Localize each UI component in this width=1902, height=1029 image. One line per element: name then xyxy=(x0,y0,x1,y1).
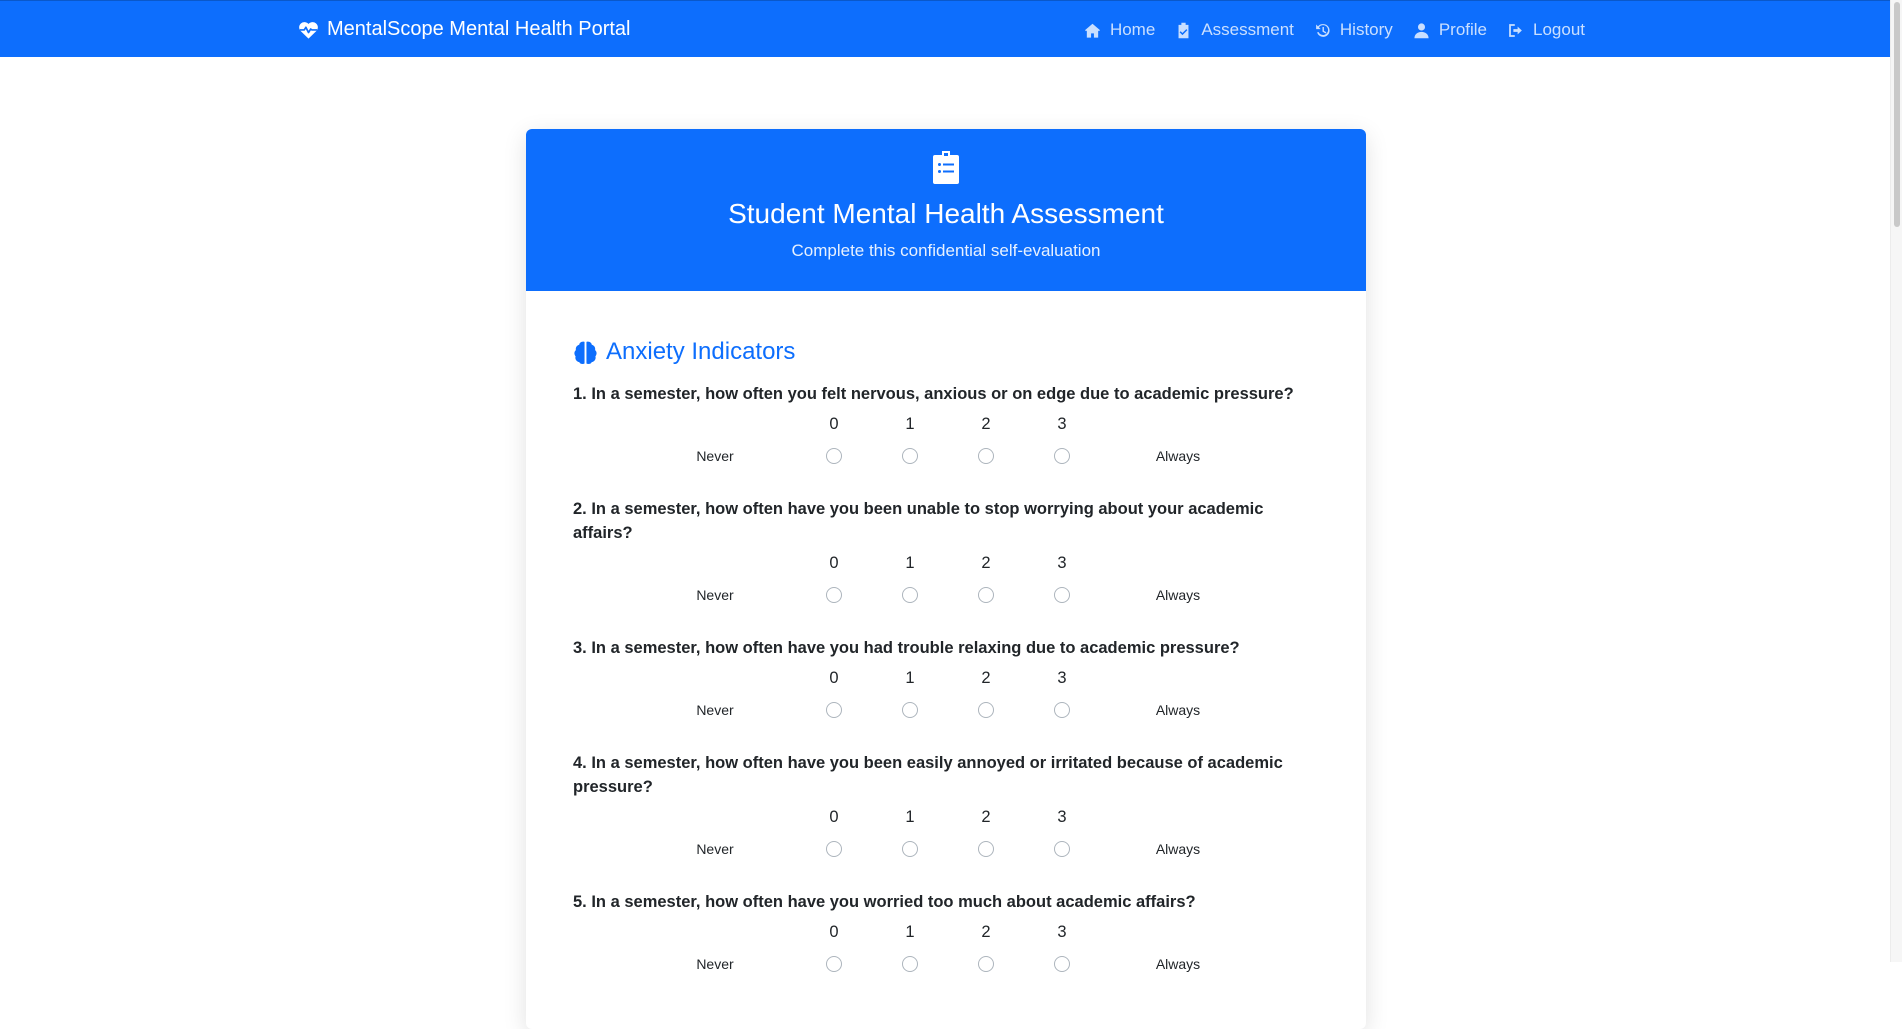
navbar: MentalScope Mental Health Portal Home As… xyxy=(0,0,1890,57)
scale-max-label: Always xyxy=(1155,587,1201,603)
scale-min-label: Never xyxy=(696,702,734,718)
scale-max-label: Always xyxy=(1155,702,1201,718)
nav-profile[interactable]: Profile xyxy=(1413,19,1487,41)
scale-value-0: 0 xyxy=(829,669,839,687)
card-body: Anxiety Indicators 1. In a semester, how… xyxy=(526,291,1366,980)
radio-option-1[interactable] xyxy=(902,587,918,603)
radio-option-1[interactable] xyxy=(902,448,918,464)
scale-value-2: 2 xyxy=(981,554,991,572)
radio-option-0[interactable] xyxy=(826,702,842,718)
brand-title: MentalScope Mental Health Portal xyxy=(327,18,631,40)
nav-assessment[interactable]: Assessment xyxy=(1175,19,1294,41)
rating-scale: Never 0 1 2 3 Always xyxy=(573,799,1318,865)
nav-logout-label: Logout xyxy=(1533,20,1585,39)
section-heading: Anxiety Indicators xyxy=(573,337,1318,367)
assessment-card: Student Mental Health Assessment Complet… xyxy=(526,129,1366,1029)
user-icon xyxy=(1414,22,1429,38)
scale-value-0: 0 xyxy=(829,923,839,941)
radio-option-0[interactable] xyxy=(826,841,842,857)
page-title: Student Mental Health Assessment xyxy=(728,198,1164,229)
scale-value-3: 3 xyxy=(1057,554,1067,572)
question-4: 4. In a semester, how often have you bee… xyxy=(573,751,1318,865)
question-2: 2. In a semester, how often have you bee… xyxy=(573,497,1318,611)
scale-max-label: Always xyxy=(1155,448,1201,464)
section-title: Anxiety Indicators xyxy=(606,338,796,365)
radio-option-1[interactable] xyxy=(902,702,918,718)
scale-value-3: 3 xyxy=(1057,415,1067,433)
scale-value-1: 1 xyxy=(905,415,915,433)
scale-value-2: 2 xyxy=(981,808,991,826)
scale-max-label: Always xyxy=(1155,956,1201,972)
clipboard-check-icon xyxy=(1178,22,1189,38)
scale-value-1: 1 xyxy=(905,923,915,941)
question-5: 5. In a semester, how often have you wor… xyxy=(573,890,1318,980)
radio-option-2[interactable] xyxy=(978,448,994,464)
radio-option-2[interactable] xyxy=(978,702,994,718)
scale-value-0: 0 xyxy=(829,808,839,826)
nav-history[interactable]: History xyxy=(1314,19,1393,41)
scale-value-3: 3 xyxy=(1057,808,1067,826)
brand-link[interactable]: MentalScope Mental Health Portal xyxy=(298,17,631,41)
rating-scale: Never 0 1 2 3 Always xyxy=(573,660,1318,726)
nav-links: Home Assessment History Profile Logout xyxy=(1084,19,1585,41)
scale-value-1: 1 xyxy=(905,669,915,687)
scale-min-label: Never xyxy=(696,841,734,857)
rating-scale: Never 0 1 2 3 Always xyxy=(573,914,1318,980)
radio-option-0[interactable] xyxy=(826,956,842,972)
radio-option-3[interactable] xyxy=(1054,448,1070,464)
scrollbar-thumb[interactable] xyxy=(1894,2,1900,227)
radio-option-3[interactable] xyxy=(1054,841,1070,857)
radio-option-2[interactable] xyxy=(978,956,994,972)
question-text: 2. In a semester, how often have you bee… xyxy=(573,500,1264,542)
question-text: 3. In a semester, how often have you had… xyxy=(573,639,1240,657)
scale-value-0: 0 xyxy=(829,415,839,433)
page-subtitle: Complete this confidential self-evaluati… xyxy=(791,241,1101,260)
question-text: 5. In a semester, how often have you wor… xyxy=(573,893,1196,911)
radio-option-1[interactable] xyxy=(902,841,918,857)
question-list: 1. In a semester, how often you felt ner… xyxy=(573,382,1318,980)
radio-option-1[interactable] xyxy=(902,956,918,972)
scale-value-3: 3 xyxy=(1057,669,1067,687)
scale-value-2: 2 xyxy=(981,923,991,941)
nav-home-label: Home xyxy=(1109,20,1156,39)
nav-history-label: History xyxy=(1339,20,1393,39)
rating-scale: Never 0 1 2 3 Always xyxy=(573,406,1318,472)
question-text: 4. In a semester, how often have you bee… xyxy=(573,754,1283,796)
heartbeat-icon xyxy=(299,21,318,39)
scale-value-1: 1 xyxy=(905,808,915,826)
scale-value-3: 3 xyxy=(1057,923,1067,941)
page-scrollbar[interactable] xyxy=(1890,0,1902,962)
nav-logout[interactable]: Logout xyxy=(1507,19,1585,41)
radio-option-2[interactable] xyxy=(978,841,994,857)
radio-option-3[interactable] xyxy=(1054,702,1070,718)
nav-assessment-label: Assessment xyxy=(1201,20,1294,39)
question-text: 1. In a semester, how often you felt ner… xyxy=(573,385,1294,403)
question-3: 3. In a semester, how often have you had… xyxy=(573,636,1318,726)
radio-option-3[interactable] xyxy=(1054,587,1070,603)
scale-value-1: 1 xyxy=(905,554,915,572)
scale-value-0: 0 xyxy=(829,554,839,572)
nav-profile-label: Profile xyxy=(1438,20,1487,39)
clipboard-list-icon xyxy=(933,151,959,184)
scale-min-label: Never xyxy=(696,956,734,972)
question-1: 1. In a semester, how often you felt ner… xyxy=(573,382,1318,472)
scale-min-label: Never xyxy=(696,587,734,603)
home-icon xyxy=(1085,23,1100,38)
sign-out-icon xyxy=(1509,23,1522,37)
radio-option-0[interactable] xyxy=(826,448,842,464)
scale-max-label: Always xyxy=(1155,841,1201,857)
brain-icon xyxy=(574,341,597,364)
radio-option-0[interactable] xyxy=(826,587,842,603)
scale-min-label: Never xyxy=(696,448,734,464)
history-icon xyxy=(1316,23,1330,37)
card-header: Student Mental Health Assessment Complet… xyxy=(526,129,1366,291)
rating-scale: Never 0 1 2 3 Always xyxy=(573,545,1318,611)
radio-option-2[interactable] xyxy=(978,587,994,603)
nav-home[interactable]: Home xyxy=(1084,19,1155,41)
radio-option-3[interactable] xyxy=(1054,956,1070,972)
scale-value-2: 2 xyxy=(981,415,991,433)
scale-value-2: 2 xyxy=(981,669,991,687)
